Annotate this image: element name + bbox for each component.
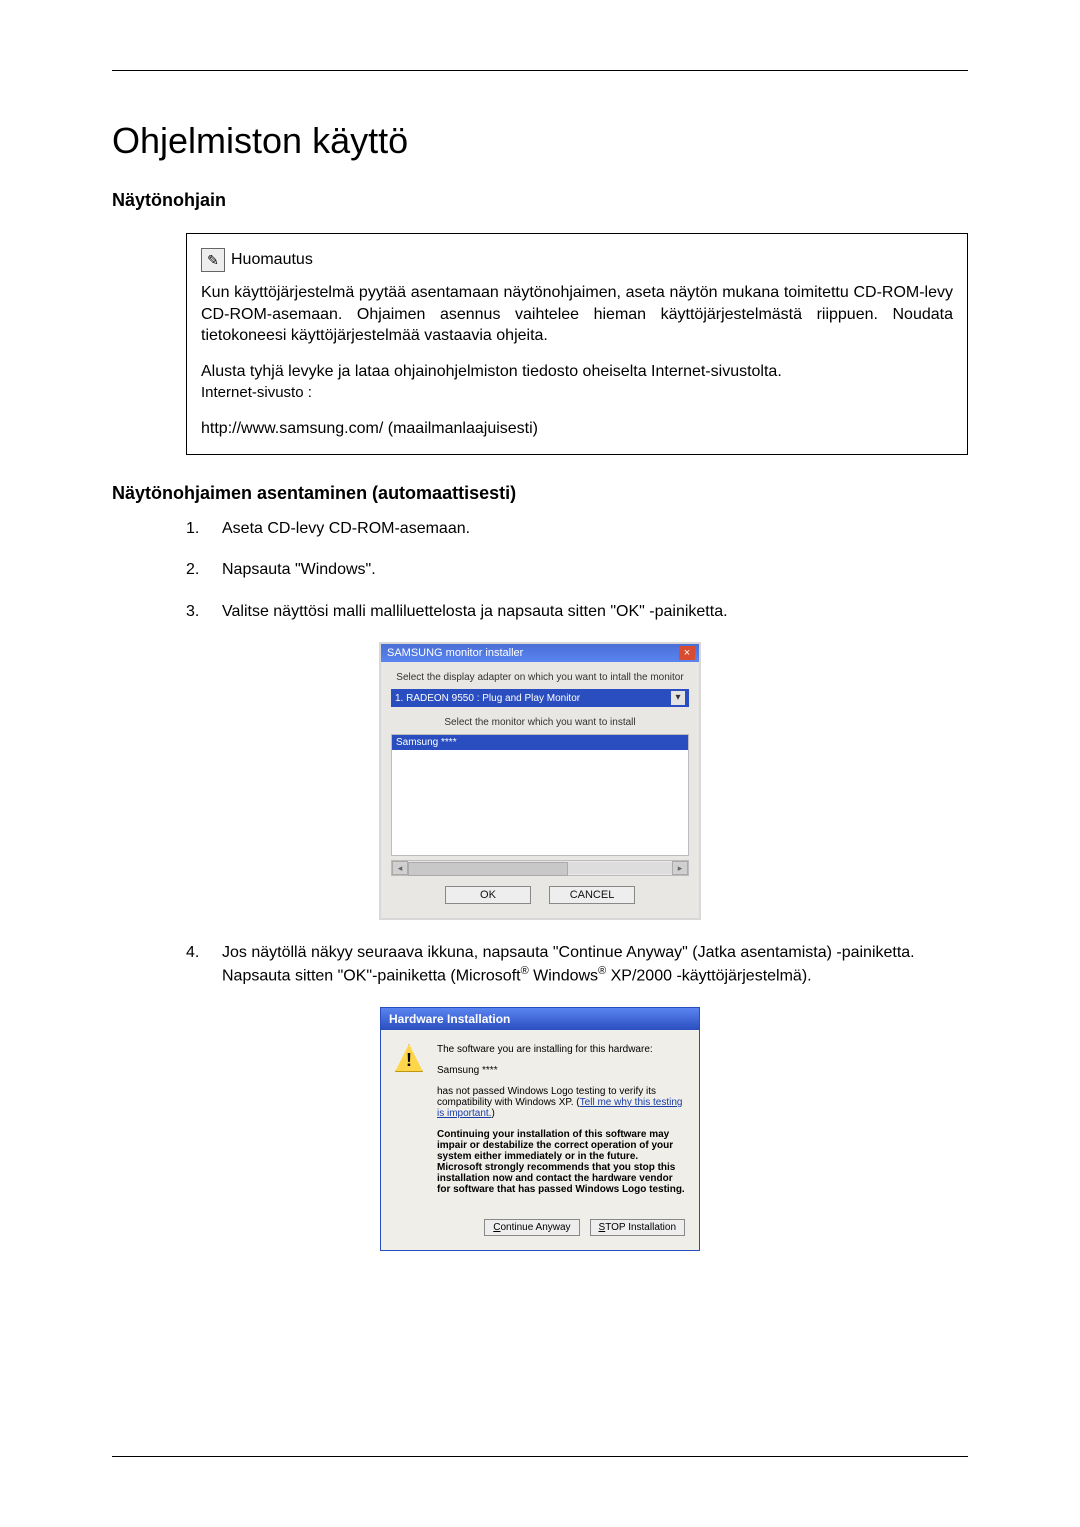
step-number: 3.: [186, 601, 222, 623]
step-1-text: Aseta CD-levy CD-ROM-asemaan.: [222, 518, 968, 540]
horizontal-scrollbar[interactable]: ◂ ▸: [391, 860, 689, 876]
note-box: ✎ Huomautus Kun käyttöjärjestelmä pyytää…: [186, 233, 968, 455]
step-4-text: Jos näytöllä näkyy seuraava ikkuna, naps…: [222, 942, 968, 987]
adapter-dropdown[interactable]: 1. RADEON 9550 : Plug and Play Monitor ▾: [391, 689, 689, 707]
hw-line-2: Samsung ****: [437, 1065, 685, 1076]
note-icon: ✎: [201, 248, 225, 272]
warning-icon: !: [395, 1044, 423, 1072]
installer-dialog: SAMSUNG monitor installer × Select the d…: [379, 642, 701, 920]
monitor-selected-item[interactable]: Samsung ****: [392, 735, 688, 750]
stop-installation-button[interactable]: STOP Installation: [590, 1219, 685, 1236]
note-paragraph-2: Alusta tyhjä levyke ja lataa ohjainohjel…: [201, 363, 782, 380]
step-2-text: Napsauta "Windows".: [222, 559, 968, 581]
scroll-thumb[interactable]: [408, 862, 568, 876]
hw-warning-bold: Continuing your installation of this sof…: [437, 1129, 685, 1195]
installer-label-1: Select the display adapter on which you …: [387, 672, 693, 683]
scroll-left-icon[interactable]: ◂: [392, 861, 408, 875]
ok-button[interactable]: OK: [445, 886, 531, 904]
chevron-down-icon[interactable]: ▾: [671, 691, 685, 705]
hardware-installation-dialog: Hardware Installation ! The software you…: [380, 1007, 700, 1251]
continue-anyway-button[interactable]: Continue Anyway: [484, 1219, 579, 1236]
scroll-right-icon[interactable]: ▸: [672, 861, 688, 875]
hw-dialog-title: Hardware Installation: [381, 1008, 699, 1030]
installer-title: SAMSUNG monitor installer: [387, 647, 523, 659]
page-title: Ohjelmiston käyttö: [112, 120, 968, 162]
installer-label-2: Select the monitor which you want to ins…: [387, 717, 693, 728]
close-icon[interactable]: ×: [679, 646, 695, 660]
hw-line-3: has not passed Windows Logo testing to v…: [437, 1086, 685, 1119]
section-heading: Näytönohjain: [112, 190, 968, 211]
step-number: 4.: [186, 942, 222, 964]
adapter-selected: 1. RADEON 9550 : Plug and Play Monitor: [395, 693, 580, 704]
hw-line-1: The software you are installing for this…: [437, 1044, 685, 1055]
step-number: 2.: [186, 559, 222, 581]
note-label: Huomautus: [231, 249, 313, 271]
note-url: http://www.samsung.com/ (maailmanlaajuis…: [201, 418, 953, 440]
step-3-text: Valitse näyttösi malli malliluettelosta …: [222, 601, 968, 623]
internet-site-label: Internet-sivusto :: [201, 384, 312, 401]
monitor-listbox[interactable]: Samsung ****: [391, 734, 689, 856]
note-paragraph-1: Kun käyttöjärjestelmä pyytää asentamaan …: [201, 282, 953, 347]
cancel-button[interactable]: CANCEL: [549, 886, 635, 904]
step-number: 1.: [186, 518, 222, 540]
subsection-heading: Näytönohjaimen asentaminen (automaattise…: [112, 483, 968, 504]
